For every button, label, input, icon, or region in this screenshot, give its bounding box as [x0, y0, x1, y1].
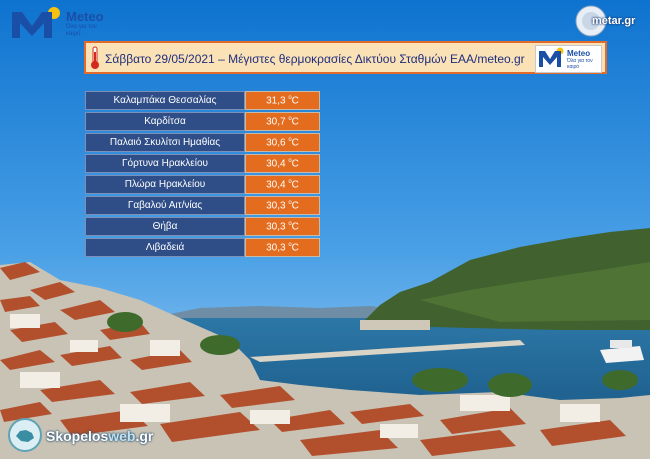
station-row: Γόρτυνα Ηρακλείου 30,4 oC — [85, 154, 320, 173]
temperature-value: 30,4 — [266, 179, 286, 191]
island-icon — [8, 418, 42, 452]
station-temperature: 30,3 oC — [245, 217, 320, 236]
temperature-value: 30,7 — [266, 116, 286, 128]
title-bar: Σάββατο 29/05/2021 – Μέγιστες θερμοκρασί… — [84, 41, 607, 74]
station-name: Λιβαδειά — [85, 238, 245, 257]
skopelosweb-text: Skopelosweb.gr — [46, 428, 153, 444]
meteo-mini-logo-tagline: Όλα για τον καιρό — [567, 58, 593, 70]
station-name: Παλαιό Σκυλίτσι Ημαθίας — [85, 133, 245, 152]
thermometer-icon — [91, 46, 99, 69]
temperature-unit: C — [291, 116, 299, 128]
metar-logo: metar.gr — [574, 4, 644, 38]
temperature-value: 30,4 — [266, 158, 286, 170]
station-row: Καρδίτσα 30,7 oC — [85, 112, 320, 131]
temperature-unit: C — [291, 242, 299, 254]
temperature-value: 30,3 — [266, 242, 286, 254]
station-temperature: 30,4 oC — [245, 154, 320, 173]
temperature-value: 31,3 — [266, 95, 286, 107]
station-name: Πλώρα Ηρακλείου — [85, 175, 245, 194]
meteo-logo: Meteo Όλα για τον καιρό — [10, 6, 104, 40]
temperature-unit: C — [291, 200, 299, 212]
station-row: Καλαμπάκα Θεσσαλίας 31,3 oC — [85, 91, 320, 110]
station-name: Καρδίτσα — [85, 112, 245, 131]
meteo-mini-logo: Meteo Όλα για τον καιρό — [535, 45, 602, 73]
meteo-mini-logo-name: Meteo — [567, 49, 591, 58]
station-temperature: 31,3 oC — [245, 91, 320, 110]
station-name: Θήβα — [85, 217, 245, 236]
station-row: Πλώρα Ηρακλείου 30,4 oC — [85, 175, 320, 194]
temperature-unit: C — [291, 137, 299, 149]
skopelosweb-logo: Skopelosweb.gr — [8, 418, 158, 452]
temperature-value: 30,3 — [266, 200, 286, 212]
station-temperature: 30,4 oC — [245, 175, 320, 194]
station-row: Γαβαλού Αιτ/νίας 30,3 oC — [85, 196, 320, 215]
temperature-unit: C — [291, 95, 299, 107]
station-row: Παλαιό Σκυλίτσι Ημαθίας 30,6 oC — [85, 133, 320, 152]
page-title: Σάββατο 29/05/2021 – Μέγιστες θερμοκρασί… — [105, 52, 525, 66]
temperature-unit: C — [291, 221, 299, 233]
meteo-logo-tagline: Όλα για τον καιρό — [66, 24, 97, 37]
station-name: Γόρτυνα Ηρακλείου — [85, 154, 245, 173]
station-row: Λιβαδειά 30,3 oC — [85, 238, 320, 257]
meteo-mini-logo-icon — [539, 47, 564, 67]
skopelosweb-brand-tld: .gr — [135, 428, 154, 444]
station-temperature: 30,6 oC — [245, 133, 320, 152]
metar-logo-text: metar.gr — [592, 15, 636, 27]
temperature-unit: C — [291, 179, 299, 191]
station-temperature: 30,3 oC — [245, 196, 320, 215]
station-name: Γαβαλού Αιτ/νίας — [85, 196, 245, 215]
station-temperature: 30,3 oC — [245, 238, 320, 257]
temperature-value: 30,3 — [266, 221, 286, 233]
station-temperature: 30,7 oC — [245, 112, 320, 131]
temperature-unit: C — [291, 158, 299, 170]
meteo-logo-name: Meteo — [66, 9, 104, 24]
meteo-logo-icon — [12, 7, 60, 38]
station-name: Καλαμπάκα Θεσσαλίας — [85, 91, 245, 110]
temperature-table: Καλαμπάκα Θεσσαλίας 31,3 oC Καρδίτσα 30,7 o… — [85, 89, 320, 259]
skopelosweb-brand-web: web — [108, 428, 136, 444]
temperature-value: 30,6 — [266, 137, 286, 149]
station-row: Θήβα 30,3 oC — [85, 217, 320, 236]
skopelosweb-brand-main: Skopelos — [46, 428, 109, 444]
